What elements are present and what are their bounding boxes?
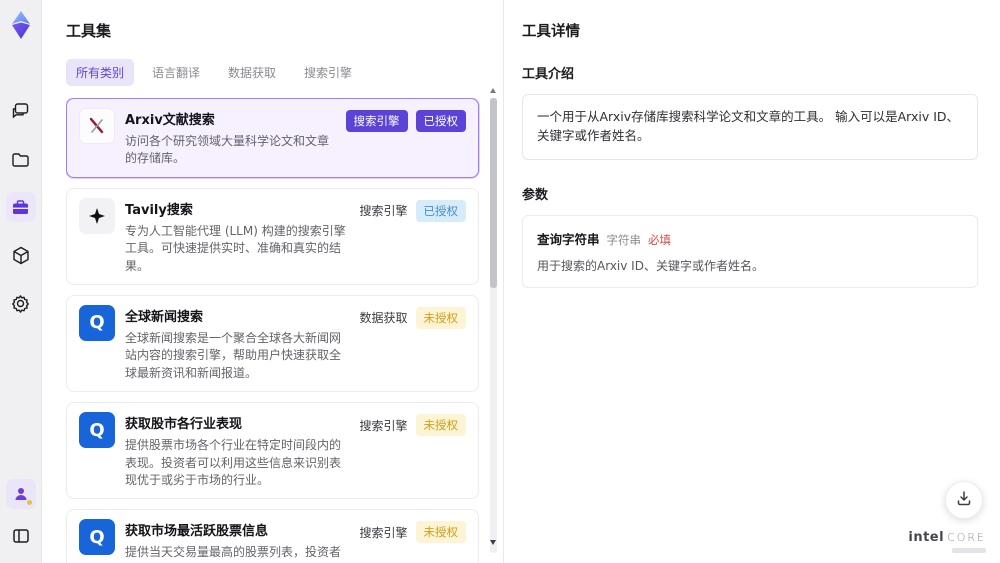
sidebar [0, 0, 42, 563]
tool-body: 获取股市各行业表现 提供股票市场各个行业在特定时间段内的表现。投资者可以利用这些… [125, 412, 349, 489]
core-logo-text: CORE [947, 530, 986, 544]
tool-list: Arxiv文献搜索 访问各个研究领域大量科学论文和文章的存储库。 搜索引擎 已授… [66, 98, 483, 563]
tool-card[interactable]: Q 获取市场最活跃股票信息 提供当天交易量最高的股票列表，投资者可以利用这些信息… [66, 509, 479, 563]
tool-category-label: 搜索引擎 [359, 204, 408, 219]
intel-sub-mark [952, 548, 986, 553]
tool-description: 专为人工智能代理 (LLM) 构建的搜索引擎工具。可快速提供实时、准确和真实的结… [125, 223, 346, 273]
sidebar-item-files[interactable] [6, 144, 36, 174]
sidebar-bottom [5, 479, 36, 551]
category-tabs: 所有类别 语言翻译 数据获取 搜索引擎 [66, 59, 483, 86]
tool-description: 访问各个研究领域大量科学论文和文章的存储库。 [125, 134, 330, 166]
page-title: 工具集 [66, 22, 112, 40]
param-name: 查询字符串 [537, 231, 600, 247]
tool-card[interactable]: Q 全球新闻搜索 全球新闻搜索是一个聚合全球各大新闻网站内容的搜索引擎，帮助用户… [66, 294, 479, 393]
tool-body: 获取市场最活跃股票信息 提供当天交易量最高的股票列表，投资者可以利用这些信息来识… [125, 519, 349, 563]
param-type: 字符串 [606, 232, 642, 247]
tool-meta: 搜索引擎 已授权 [359, 198, 466, 222]
list-scrollbar[interactable] [490, 88, 497, 563]
tool-category-label: 数据获取 [359, 311, 408, 326]
params-heading: 参数 [522, 187, 549, 203]
tool-name: Tavily搜索 [125, 202, 193, 218]
param-required-badge: 必填 [648, 232, 672, 247]
news-q-icon: Q [79, 304, 115, 341]
star-icon [79, 197, 115, 234]
tool-name: 获取市场最活跃股票信息 [125, 524, 269, 540]
user-icon [13, 486, 29, 502]
tool-name: 全球新闻搜索 [125, 309, 204, 325]
user-status-dot [26, 500, 32, 505]
tool-meta: 搜索引擎 未授权 [359, 519, 466, 544]
sidebar-item-chat[interactable] [6, 96, 36, 126]
tool-description: 全球新闻搜索是一个聚合全球各大新闻网站内容的搜索引擎，帮助用户快速获取全球最新资… [125, 330, 342, 380]
auth-status-badge: 未授权 [415, 521, 466, 544]
category-tab[interactable]: 搜索引擎 [294, 59, 362, 86]
tool-meta: 搜索引擎 已授权 [345, 108, 466, 132]
tool-description: 提供股票市场各个行业在特定时间段内的表现。投资者可以利用这些信息来识别表现优于或… [125, 438, 342, 487]
gear-icon [11, 294, 30, 313]
tool-meta: 搜索引擎 未授权 [359, 412, 466, 437]
auth-status-badge: 已授权 [415, 110, 466, 132]
param-description: 用于搜索的Arxiv ID、关键字或作者姓名。 [537, 258, 764, 273]
arxiv-logo-icon [79, 108, 115, 144]
param-card: 查询字符串 字符串 必填 用于搜索的Arxiv ID、关键字或作者姓名。 [522, 214, 978, 288]
tool-card[interactable]: Q 获取股市各行业表现 提供股票市场各个行业在特定时间段内的表现。投资者可以利用… [66, 402, 479, 500]
scroll-down-icon[interactable] [490, 540, 496, 545]
category-tab[interactable]: 数据获取 [218, 59, 286, 86]
auth-status-badge: 未授权 [415, 306, 466, 329]
category-tab[interactable]: 语言翻译 [142, 59, 210, 86]
sidebar-item-models[interactable] [6, 240, 36, 270]
toolbox-icon [11, 199, 30, 216]
tool-card[interactable]: Tavily搜索 专为人工智能代理 (LLM) 构建的搜索引擎工具。可快速提供实… [66, 187, 479, 285]
auth-status-badge: 未授权 [415, 414, 466, 437]
download-icon [956, 490, 972, 510]
tool-category-label: 搜索引擎 [345, 110, 408, 132]
tool-card[interactable]: Arxiv文献搜索 访问各个研究领域大量科学论文和文章的存储库。 搜索引擎 已授… [66, 98, 479, 178]
scroll-up-icon[interactable] [490, 88, 496, 93]
category-tab[interactable]: 所有类别 [66, 59, 135, 86]
sidebar-item-collapse[interactable] [6, 521, 36, 551]
sidebar-item-settings[interactable] [6, 288, 36, 318]
app-logo-icon [8, 10, 34, 44]
app-window: 工具集 所有类别 语言翻译 数据获取 搜索引擎 Arxiv文献搜索 访问各个研究领域大… [0, 0, 1000, 563]
download-button[interactable] [945, 481, 983, 519]
tool-body: Arxiv文献搜索 访问各个研究领域大量科学论文和文章的存储库。 [125, 108, 336, 168]
news-q-icon: Q [79, 412, 115, 449]
intel-core-logo: intel CORE [908, 529, 986, 553]
tool-category-label: 搜索引擎 [359, 525, 408, 540]
tool-name: 获取股市各行业表现 [125, 417, 243, 433]
tool-list-panel: 工具集 所有类别 语言翻译 数据获取 搜索引擎 Arxiv文献搜索 访问各个研究领域大… [42, 0, 503, 563]
news-q-icon: Q [79, 519, 115, 556]
tool-description: 提供当天交易量最高的股票列表，投资者可以利用这些信息来识别流动性强的股票和潜在的… [125, 545, 342, 563]
panel-icon [12, 528, 30, 544]
intel-logo-text: intel [908, 529, 945, 545]
intro-heading: 工具介绍 [522, 67, 575, 82]
tool-meta: 数据获取 未授权 [359, 305, 466, 329]
param-head: 查询字符串 字符串 必填 [537, 229, 963, 248]
tool-category-label: 搜索引擎 [359, 418, 408, 433]
sidebar-item-account[interactable] [5, 479, 36, 509]
sidebar-item-toolbox[interactable] [5, 192, 36, 222]
tool-body: 全球新闻搜索 全球新闻搜索是一个聚合全球各大新闻网站内容的搜索引擎，帮助用户快速… [125, 305, 349, 382]
auth-status-badge: 已授权 [415, 199, 466, 222]
tool-body: Tavily搜索 专为人工智能代理 (LLM) 构建的搜索引擎工具。可快速提供实… [125, 198, 349, 275]
folder-icon [11, 151, 30, 168]
cube-icon [12, 246, 30, 265]
intro-text-box: 一个用于从Arxiv存储库搜索科学论文和文章的工具。 输入可以是Arxiv ID… [522, 94, 978, 160]
scrollbar-thumb[interactable] [490, 98, 497, 288]
sidebar-nav [5, 96, 36, 318]
tool-name: Arxiv文献搜索 [125, 113, 215, 128]
chat-icon [11, 102, 30, 120]
tool-detail-panel: 工具详情 工具介绍 一个用于从Arxiv存储库搜索科学论文和文章的工具。 输入可… [503, 0, 1000, 563]
detail-title: 工具详情 [522, 24, 580, 40]
